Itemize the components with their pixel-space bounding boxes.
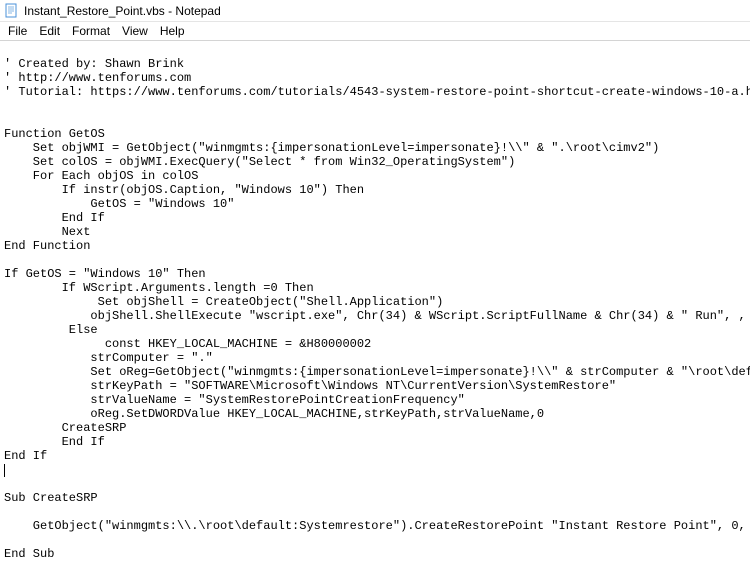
code-line: If GetOS = "Windows 10" Then <box>4 267 206 281</box>
code-line: For Each objOS in colOS <box>4 169 198 183</box>
menu-edit[interactable]: Edit <box>33 23 66 39</box>
code-line: If instr(objOS.Caption, "Windows 10") Th… <box>4 183 364 197</box>
code-line: Next <box>4 225 90 239</box>
code-line: GetObject("winmgmts:\\.\root\default:Sys… <box>4 519 750 533</box>
code-line: CreateSRP <box>4 421 141 435</box>
code-line: End If <box>4 449 47 463</box>
menu-file[interactable]: File <box>2 23 33 39</box>
editor-area[interactable]: ' Created by: Shawn Brink ' http://www.t… <box>0 41 750 563</box>
menu-help[interactable]: Help <box>154 23 191 39</box>
code-line: Else <box>4 323 112 337</box>
code-line: Set objShell = CreateObject("Shell.Appli… <box>4 295 443 309</box>
code-line: End If <box>4 211 105 225</box>
code-line: Set oReg=GetObject("winmgmts:{impersonat… <box>4 365 750 379</box>
code-line: objShell.ShellExecute "wscript.exe", Chr… <box>4 309 750 323</box>
code-line: Set colOS = objWMI.ExecQuery("Select * f… <box>4 155 515 169</box>
titlebar: Instant_Restore_Point.vbs - Notepad <box>0 0 750 22</box>
code-line: oReg.SetDWORDValue HKEY_LOCAL_MACHINE,st… <box>4 407 573 421</box>
code-line: strComputer = "." <box>4 351 213 365</box>
code-line: Function GetOS <box>4 127 134 141</box>
code-line: Sub CreateSRP <box>4 491 98 505</box>
window-title: Instant_Restore_Point.vbs - Notepad <box>24 4 221 18</box>
menu-format[interactable]: Format <box>66 23 116 39</box>
code-line: Set objWMI = GetObject("winmgmts:{impers… <box>4 141 659 155</box>
menu-view[interactable]: View <box>116 23 154 39</box>
code-line: End Function <box>4 239 90 253</box>
code-line: ' Created by: Shawn Brink <box>4 57 184 71</box>
code-line: strKeyPath = "SOFTWARE\Microsoft\Windows… <box>4 379 616 393</box>
code-line: strValueName = "SystemRestorePointCreati… <box>4 393 465 407</box>
code-line: End Sub <box>4 547 54 561</box>
code-line: End If <box>4 435 119 449</box>
code-line: ' Tutorial: https://www.tenforums.com/tu… <box>4 85 750 99</box>
code-line: GetOS = "Windows 10" <box>4 197 249 211</box>
notepad-icon <box>4 3 20 19</box>
code-line: ' http://www.tenforums.com <box>4 71 191 85</box>
menubar: File Edit Format View Help <box>0 22 750 41</box>
code-line: const HKEY_LOCAL_MACHINE = &H80000002 <box>4 337 371 351</box>
code-line: If WScript.Arguments.length =0 Then <box>4 281 314 295</box>
